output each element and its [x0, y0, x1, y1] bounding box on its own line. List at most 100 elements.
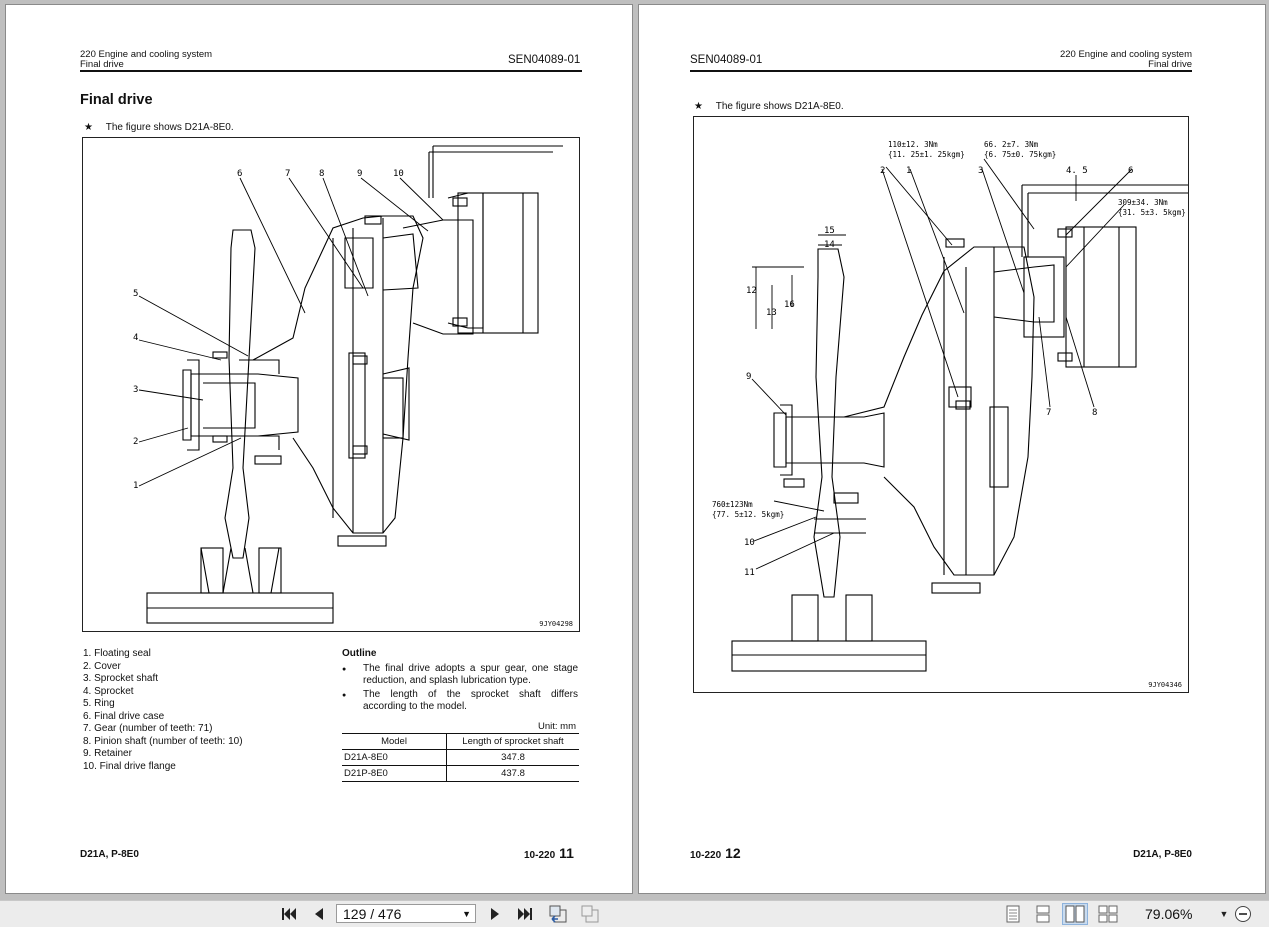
sprocket-shaft-table: Model Length of sprocket shaft D21A-8E0 … [342, 733, 579, 782]
prev-page-icon[interactable] [308, 903, 330, 925]
callout-1: 1 [133, 481, 138, 491]
document-page-right: SEN04089-01 220 Engine and cooling syste… [639, 5, 1265, 893]
torque-2-nm: 66. 2±7. 3Nm [984, 140, 1039, 149]
callout-8: 8 [1092, 408, 1097, 418]
parts-list: 1. Floating seal 2. Cover 3. Sprocket sh… [83, 648, 243, 773]
table-header: Model [342, 733, 447, 750]
page-title: Final drive [80, 92, 153, 108]
list-item: 9. Retainer [83, 748, 132, 759]
header-subsection: Final drive [80, 59, 124, 70]
document-page-left: 220 Engine and cooling system Final driv… [6, 5, 632, 893]
footer-model: D21A, P-8E0 [1133, 849, 1192, 860]
callout-3: 3 [978, 166, 983, 176]
callout-12: 12 [746, 286, 757, 296]
footer-section: 10-220 [524, 850, 556, 861]
zoom-level[interactable]: 79.06% [1145, 906, 1192, 922]
callout-4-5: 4. 5 [1066, 166, 1088, 176]
page-number-field[interactable]: 129 / 476 ▼ [336, 904, 476, 923]
torque-1-nm: 110±12. 3Nm [888, 140, 938, 149]
section-header: 220 Engine and cooling system Final driv… [80, 50, 212, 70]
callout-1: 1 [906, 166, 911, 176]
footer-page-number: 10-220 11 [524, 845, 574, 861]
final-drive-figure: 6 7 8 9 10 5 4 3 2 1 9JY04298 [82, 137, 580, 632]
go-forward-icon[interactable] [578, 903, 602, 925]
callout-11: 11 [744, 568, 755, 578]
callout-2: 2 [133, 437, 138, 447]
star-icon: ★ [84, 122, 93, 133]
zoom-dropdown-icon[interactable]: ▼ [1218, 903, 1230, 925]
table-cell: 347.8 [446, 749, 579, 766]
final-drive-torque-drawing: 110±12. 3Nm {11. 25±1. 25kgm} 66. 2±7. 3… [712, 140, 1188, 672]
list-item: 3. Sprocket shaft [83, 673, 159, 684]
table-cell: D21A-8E0 [342, 749, 447, 766]
torque-1-kgm: {11. 25±1. 25kgm} [888, 150, 965, 159]
callout-7: 7 [1046, 408, 1051, 418]
list-item: 10. Final drive flange [83, 760, 176, 772]
doc-code: SEN04089-01 [508, 54, 581, 66]
list-item: 6. Final drive case [83, 710, 165, 722]
torque-2-kgm: {6. 75±0. 75kgm} [984, 150, 1056, 159]
callout-2: 2 [880, 166, 885, 176]
callout-15: 15 [824, 226, 835, 236]
section-header: 220 Engine and cooling system Final driv… [1060, 50, 1192, 70]
footer-section: 10-220 [690, 850, 722, 861]
callout-10: 10 [744, 538, 755, 548]
header-subsection: Final drive [1148, 59, 1192, 70]
callout-6: 6 [237, 169, 242, 179]
footer-model: D21A, P-8E0 [80, 849, 139, 860]
list-item: 8. Pinion shaft (number of teeth: 10) [83, 735, 243, 747]
callout-6: 6 [1128, 166, 1133, 176]
zoom-out-icon[interactable] [1232, 903, 1254, 925]
callout-9: 9 [746, 372, 751, 382]
final-drive-torque-figure: 110±12. 3Nm {11. 25±1. 25kgm} 66. 2±7. 3… [693, 116, 1189, 693]
figure-note-text: The figure shows D21A-8E0. [715, 101, 844, 112]
figure-note: ★ The figure shows D21A-8E0. [84, 122, 234, 133]
last-page-icon[interactable] [514, 903, 536, 925]
callout-16: 16 [784, 300, 795, 310]
continuous-facing-view-icon[interactable] [1096, 903, 1120, 925]
outline-list: The final drive adopts a spur gear, one … [342, 663, 578, 714]
table-cell: 437.8 [446, 765, 579, 782]
first-page-icon[interactable] [278, 903, 300, 925]
outline-heading: Outline [342, 648, 377, 659]
callout-8: 8 [319, 169, 324, 179]
callout-4: 4 [133, 333, 138, 343]
star-icon: ★ [694, 101, 703, 112]
figure-note: ★ The figure shows D21A-8E0. [694, 101, 844, 112]
callout-13: 13 [766, 308, 777, 318]
list-item: 7. Gear (number of teeth: 71) [83, 723, 213, 734]
callout-14: 14 [824, 240, 835, 250]
figure-id: 9JY04298 [539, 620, 573, 628]
list-item: 5. Ring [83, 698, 115, 709]
list-item: 1. Floating seal [83, 648, 151, 659]
final-drive-drawing: 6 7 8 9 10 5 4 3 2 1 [133, 145, 563, 624]
callout-3: 3 [133, 385, 138, 395]
unit-label: Unit: mm [538, 721, 576, 732]
header-rule [690, 70, 1192, 72]
continuous-view-icon[interactable] [1032, 903, 1054, 925]
list-item: The length of the sprocket shaft differs… [342, 689, 578, 714]
callout-9: 9 [357, 169, 362, 179]
table-header-row: Model Length of sprocket shaft [342, 733, 579, 750]
single-page-view-icon[interactable] [1002, 903, 1024, 925]
list-item: 2. Cover [83, 660, 121, 672]
footer-page: 11 [559, 845, 574, 861]
figure-note-text: The figure shows D21A-8E0. [105, 122, 234, 133]
torque-3-nm: 309±34. 3Nm [1118, 198, 1168, 207]
go-back-icon[interactable] [546, 903, 570, 925]
next-page-icon[interactable] [484, 903, 506, 925]
header-rule [80, 70, 582, 72]
page-number-value: 129 / 476 [343, 906, 402, 922]
list-item: The final drive adopts a spur gear, one … [342, 663, 578, 688]
torque-4-kgm: {77. 5±12. 5kgm} [712, 510, 784, 519]
table-header: Length of sprocket shaft [446, 733, 579, 750]
footer-page: 12 [725, 845, 741, 861]
callout-7: 7 [285, 169, 290, 179]
torque-4-nm: 760±123Nm [712, 500, 753, 509]
facing-view-icon[interactable] [1062, 903, 1088, 925]
table-row: D21P-8E0 437.8 [342, 765, 579, 782]
table-row: D21A-8E0 347.8 [342, 749, 579, 766]
list-item: 4. Sprocket [83, 685, 134, 697]
chevron-down-icon[interactable]: ▼ [462, 905, 471, 924]
figure-id: 9JY04346 [1148, 681, 1182, 689]
